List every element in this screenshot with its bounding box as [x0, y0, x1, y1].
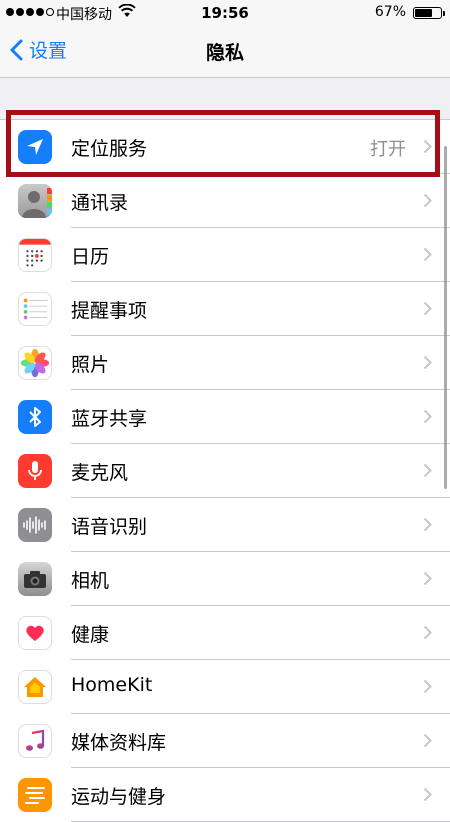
row-label: 照片: [71, 354, 110, 376]
chevron-right-icon: [423, 409, 432, 424]
health-icon: [18, 616, 52, 650]
chevron-right-icon: [423, 247, 432, 262]
settings-row-photos[interactable]: 照片: [0, 336, 450, 390]
chevron-right-icon: [423, 571, 432, 586]
reminders-icon: [18, 292, 52, 326]
row-label: 健康: [71, 624, 110, 646]
settings-row-reminders[interactable]: 提醒事项: [0, 282, 450, 336]
settings-row-media-library[interactable]: 媒体资料库: [0, 714, 450, 768]
row-label: 提醒事项: [71, 300, 148, 322]
chevron-right-icon: [423, 463, 432, 478]
microphone-icon: [18, 454, 52, 488]
motion-fitness-icon: [18, 778, 52, 812]
settings-row-health[interactable]: 健康: [0, 606, 450, 660]
photos-icon: [18, 346, 52, 380]
row-label: 日历: [71, 246, 110, 268]
battery-icon: [413, 7, 445, 19]
page-title: 隐私: [205, 42, 244, 64]
chevron-right-icon: [423, 139, 432, 154]
row-label: 语音识别: [71, 516, 148, 538]
battery-percentage: 67%: [374, 4, 406, 20]
row-label: 通讯录: [71, 192, 129, 214]
settings-row-motion-fitness[interactable]: 运动与健身: [0, 768, 450, 822]
chevron-right-icon: [423, 193, 432, 208]
settings-row-bluetooth-sharing[interactable]: 蓝牙共享: [0, 390, 450, 444]
settings-row-location-services[interactable]: 定位服务 打开: [0, 120, 450, 174]
settings-row-speech-recognition[interactable]: 语音识别: [0, 498, 450, 552]
row-label: 定位服务: [71, 138, 148, 160]
chevron-right-icon: [423, 517, 432, 532]
settings-row-camera[interactable]: 相机: [0, 552, 450, 606]
row-label: 麦克风: [71, 462, 129, 484]
music-icon: [18, 724, 52, 758]
row-value: 打开: [370, 139, 406, 160]
contacts-icon: [18, 184, 52, 218]
location-arrow-icon: [18, 130, 52, 164]
row-label: 蓝牙共享: [71, 408, 148, 430]
calendar-icon: [18, 238, 52, 272]
camera-icon: [18, 562, 52, 596]
chevron-right-icon: [423, 301, 432, 316]
row-label: 运动与健身: [71, 786, 167, 808]
chevron-right-icon: [423, 733, 432, 748]
navigation-bar: 设置 隐私: [0, 26, 450, 78]
row-label: 相机: [71, 570, 110, 592]
privacy-settings-list: 定位服务 打开 通讯录 日历 提醒事项 照片 蓝牙共享 麦克风 语音识别 相机 …: [0, 119, 450, 822]
row-label: HomeKit: [71, 674, 153, 696]
settings-row-microphone[interactable]: 麦克风: [0, 444, 450, 498]
scrollbar[interactable]: [444, 146, 447, 489]
status-bar: 中国移动 19:56 67%: [0, 0, 450, 26]
chevron-right-icon: [423, 679, 432, 694]
speech-recognition-icon: [18, 508, 52, 542]
bluetooth-icon: [18, 400, 52, 434]
chevron-right-icon: [423, 355, 432, 370]
chevron-right-icon: [423, 625, 432, 640]
settings-row-homekit[interactable]: HomeKit: [0, 660, 450, 714]
row-label: 媒体资料库: [71, 732, 167, 754]
settings-row-contacts[interactable]: 通讯录: [0, 174, 450, 228]
homekit-icon: [18, 670, 52, 704]
settings-row-calendar[interactable]: 日历: [0, 228, 450, 282]
